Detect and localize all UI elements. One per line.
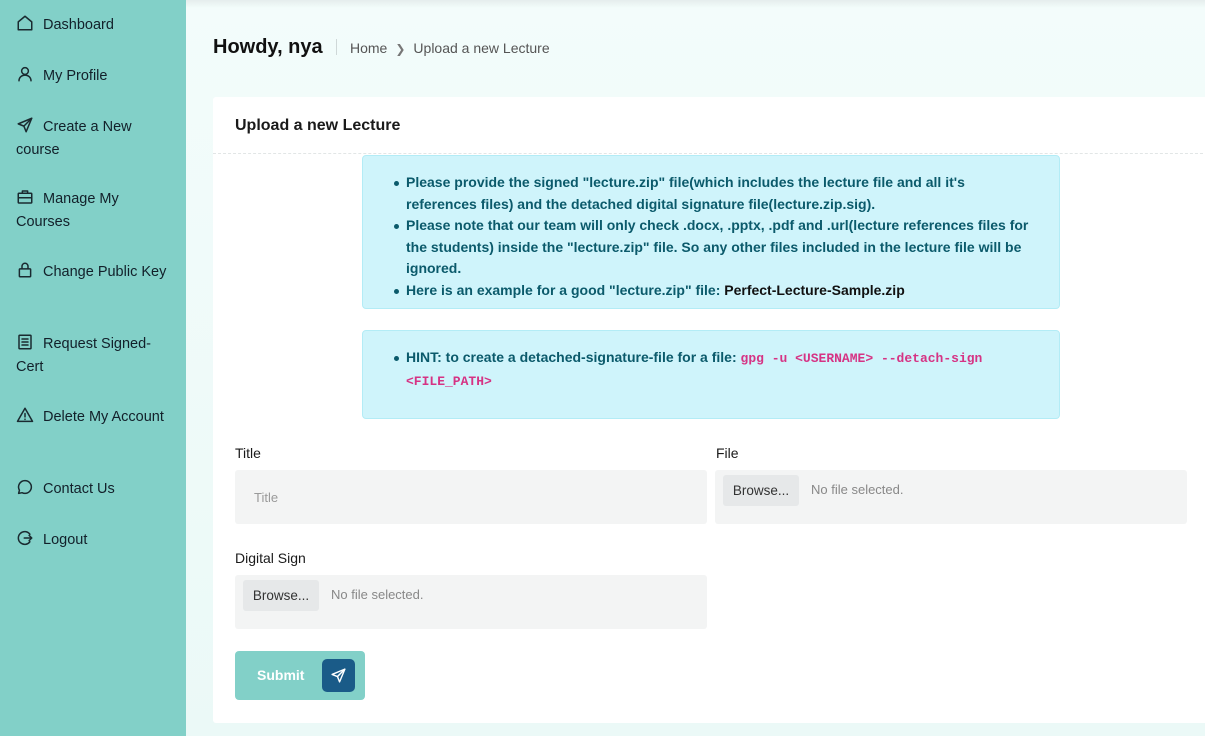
- sidebar-item-label: Delete My Account: [43, 409, 164, 425]
- user-icon: [16, 65, 34, 83]
- submit-button[interactable]: Submit: [235, 651, 365, 700]
- header-divider: [336, 39, 337, 55]
- digital-sign-label: Digital Sign: [235, 550, 306, 566]
- chevron-right-icon: ❯: [395, 42, 406, 56]
- briefcase-icon: [16, 188, 34, 206]
- topbar-shadow: [186, 0, 1205, 8]
- breadcrumb-home-link[interactable]: Home: [350, 40, 387, 56]
- breadcrumb: Home ❯ Upload a new Lecture: [350, 40, 550, 56]
- breadcrumb-current: Upload a new Lecture: [413, 40, 550, 56]
- sidebar-item-delete-account[interactable]: Delete My Account: [16, 406, 176, 429]
- digital-sign-field: Browse... No file selected.: [235, 575, 707, 629]
- info-item: Please note that our team will only chec…: [394, 215, 1037, 280]
- sidebar: Dashboard My Profile Create a New course…: [0, 0, 186, 736]
- chat-icon: [16, 478, 34, 496]
- sidebar-item-label: Logout: [43, 532, 88, 548]
- logout-icon: [16, 529, 34, 547]
- warning-icon: [16, 406, 34, 424]
- main-content: Howdy, nya Home ❯ Upload a new Lecture Upl…: [186, 0, 1205, 736]
- sidebar-item-manage-courses[interactable]: Manage My Courses: [16, 188, 176, 234]
- page-greeting: Howdy, nya: [213, 36, 323, 58]
- title-input[interactable]: [235, 470, 707, 524]
- info-alert: Please provide the signed "lecture.zip" …: [362, 155, 1060, 309]
- send-icon: [322, 659, 355, 692]
- sidebar-item-logout[interactable]: Logout: [16, 529, 176, 552]
- sidebar-item-label: Dashboard: [43, 17, 114, 33]
- hint-text: HINT: to create a detached-signature-fil…: [406, 349, 741, 365]
- title-label: Title: [235, 445, 261, 461]
- hint-alert: HINT: to create a detached-signature-fil…: [362, 330, 1060, 419]
- info-text: Here is an example for a good "lecture.z…: [406, 281, 725, 298]
- sidebar-item-create-course[interactable]: Create a New course: [16, 116, 176, 162]
- hint-item: HINT: to create a detached-signature-fil…: [394, 347, 1037, 392]
- sidebar-item-label: Change Public Key: [43, 264, 167, 280]
- info-text: Please note that our team will only chec…: [406, 217, 1029, 276]
- file-status: No file selected.: [811, 482, 904, 497]
- file-label: File: [716, 445, 739, 461]
- submit-label: Submit: [257, 667, 305, 683]
- info-item: Please provide the signed "lecture.zip" …: [394, 172, 1037, 215]
- sidebar-item-label: My Profile: [43, 68, 108, 84]
- sidebar-item-dashboard[interactable]: Dashboard: [16, 14, 176, 37]
- sidebar-item-change-public-key[interactable]: Change Public Key: [16, 261, 176, 284]
- sidebar-item-my-profile[interactable]: My Profile: [16, 65, 176, 88]
- info-text: Please provide the signed "lecture.zip" …: [406, 174, 965, 212]
- sidebar-item-label: Contact Us: [43, 481, 115, 497]
- sample-download-link[interactable]: Perfect-Lecture-Sample.zip: [724, 282, 905, 298]
- file-field: Browse... No file selected.: [715, 470, 1187, 524]
- document-icon: [16, 333, 34, 351]
- sidebar-item-request-signed-cert[interactable]: Request Signed-Cert: [16, 333, 176, 379]
- file-browse-button[interactable]: Browse...: [723, 475, 799, 506]
- card-title: Upload a new Lecture: [235, 117, 401, 134]
- lock-icon: [16, 261, 34, 279]
- sign-browse-button[interactable]: Browse...: [243, 580, 319, 611]
- send-icon: [16, 116, 34, 134]
- home-icon: [16, 14, 34, 32]
- sidebar-item-label: Request Signed-Cert: [16, 336, 152, 375]
- title-field: [235, 470, 707, 524]
- card-divider: [213, 153, 1205, 154]
- sign-file-status: No file selected.: [331, 587, 424, 602]
- info-item: Here is an example for a good "lecture.z…: [394, 280, 1037, 302]
- sidebar-item-contact-us[interactable]: Contact Us: [16, 478, 176, 501]
- upload-lecture-card: Upload a new Lecture Please provide the …: [213, 97, 1205, 723]
